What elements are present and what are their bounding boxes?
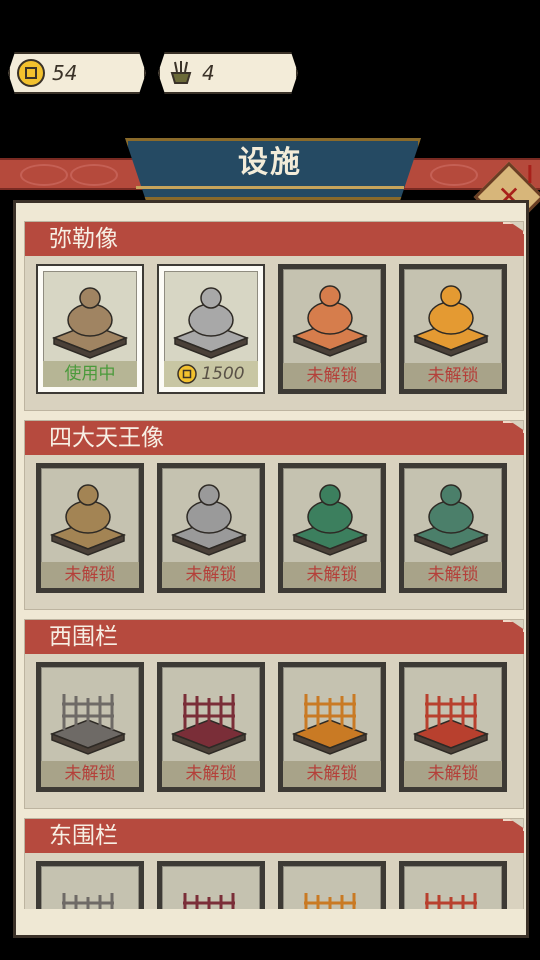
section-header: 西围栏 [25,620,524,654]
facility-card[interactable]: 未解锁 [157,463,265,593]
price-label: 1500 [164,361,258,387]
incense-count: 4 [202,61,215,85]
coin-icon [16,58,46,88]
status-label: 未解锁 [404,761,502,787]
status-label: 使用中 [43,361,137,387]
facility-card[interactable]: 未解锁 [399,662,507,792]
statue-icon [412,285,490,357]
coin-counter: 54 [8,52,146,94]
status-label: 未解锁 [404,562,502,588]
status-label: 未解锁 [283,363,381,389]
status-label: 未解锁 [404,363,502,389]
statue-icon [291,285,369,357]
facility-card[interactable]: 未解锁 [36,861,144,909]
fence-icon [291,694,369,755]
facility-card[interactable]: 未解锁 [36,463,144,593]
facility-section: 东围栏未解锁未解锁未解锁未解锁 [24,818,524,909]
facility-section: 弥勒像使用中 1500 未解锁 未解锁 [24,221,524,411]
section-title: 弥勒像 [49,226,118,252]
facility-card[interactable]: 1500 [157,264,265,394]
fence-icon [425,893,477,909]
statue-icon [170,484,248,556]
facilities-list[interactable]: 弥勒像 使用中 1500 未解锁 未解锁 四大天王像 未解锁 未解锁 未解锁 未解锁 西围栏 未解锁未… [24,221,524,909]
facility-card[interactable]: 使用中 [36,264,144,394]
price-value: 1500 [201,364,245,384]
section-title: 东围栏 [49,823,118,849]
facility-card[interactable]: 未解锁 [278,861,386,909]
facility-card[interactable]: 未解锁 [399,463,507,593]
status-label: 未解锁 [41,562,139,588]
coin-count: 54 [52,61,78,85]
facility-section: 四大天王像 未解锁 未解锁 未解锁 未解锁 [24,420,524,610]
fence-icon [170,694,248,755]
incense-burner-icon [166,58,196,88]
coin-icon [177,364,198,384]
facility-card[interactable]: 未解锁 [36,662,144,792]
statue-icon [291,484,369,556]
fence-icon [62,893,114,909]
page-title: 设施 [238,145,302,180]
section-title: 西围栏 [49,624,118,650]
facility-section: 西围栏 未解锁 未解锁 未解锁 未解锁 [24,619,524,809]
section-header: 东围栏 [25,819,524,853]
section-header: 四大天王像 [25,421,524,455]
facility-card[interactable]: 未解锁 [278,264,386,394]
facility-card[interactable]: 未解锁 [399,861,507,909]
fence-icon [49,694,127,755]
facility-card[interactable]: 未解锁 [399,264,507,394]
statue-icon [51,287,129,359]
incense-counter: 4 [158,52,298,94]
facility-card[interactable]: 未解锁 [157,662,265,792]
status-label: 未解锁 [283,562,381,588]
section-title: 四大天王像 [49,425,164,451]
statue-icon [172,287,250,359]
fence-icon [304,893,356,909]
facility-card[interactable]: 未解锁 [157,861,265,909]
statue-icon [412,484,490,556]
section-header: 弥勒像 [25,222,524,256]
facility-card[interactable]: 未解锁 [278,463,386,593]
status-label: 未解锁 [162,562,260,588]
facilities-panel: 弥勒像 使用中 1500 未解锁 未解锁 四大天王像 未解锁 未解锁 未解锁 未解锁 西围栏 未解锁未… [13,200,529,938]
fence-icon [412,694,490,755]
status-label: 未解锁 [283,761,381,787]
status-label: 未解锁 [162,761,260,787]
facility-card[interactable]: 未解锁 [278,662,386,792]
status-label: 未解锁 [41,761,139,787]
fence-icon [183,893,235,909]
statue-icon [49,484,127,556]
